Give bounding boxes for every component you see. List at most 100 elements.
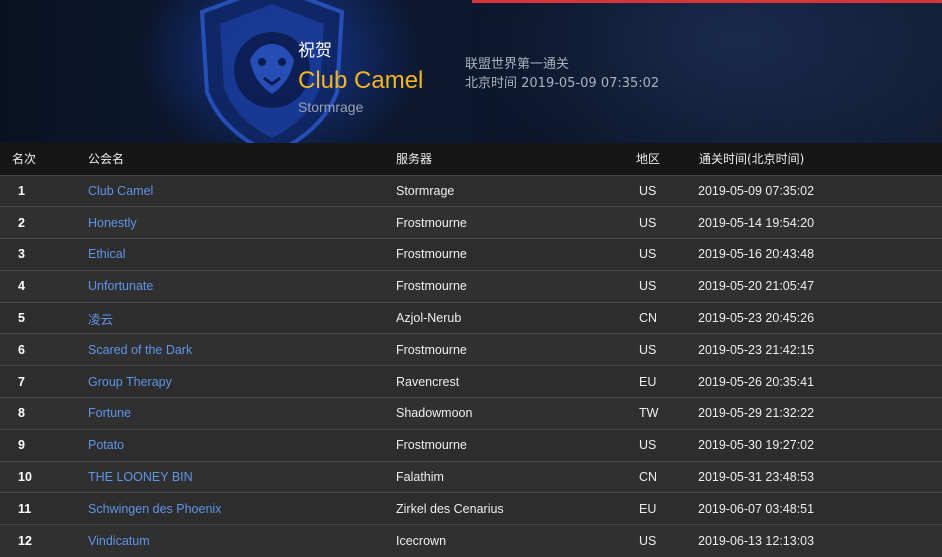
time-cell: 2019-06-13 12:13:03: [698, 533, 815, 548]
server-cell: Stormrage: [396, 183, 455, 198]
time-cell: 2019-05-26 20:35:41: [698, 374, 815, 389]
region-cell: US: [639, 215, 657, 230]
server-cell: Frostmourne: [396, 342, 467, 357]
region-cell: US: [639, 183, 657, 198]
congrats-label: 祝贺: [298, 41, 332, 61]
guild-cell: Schwingen des Phoenix: [87, 493, 395, 525]
region-cell: US: [639, 342, 657, 357]
guild-link[interactable]: Potato: [88, 438, 124, 452]
rank-cell: 7: [18, 374, 25, 389]
table-row: 12 Vindicatum Icecrown US 2019-06-13 12:13:0…: [0, 524, 942, 557]
region-cell: US: [639, 438, 657, 453]
server-cell: Ravencrest: [396, 374, 460, 389]
table-row: 10 THE LOONEY BIN Falathim CN 2019-05-31 23:…: [0, 461, 942, 493]
time-cell: 2019-06-07 03:48:51: [698, 501, 815, 516]
guild-link[interactable]: 凌云: [88, 313, 113, 327]
banner-title-block: 祝贺 Club Camel Stormrage: [298, 36, 423, 115]
winner-banner: 祝贺 Club Camel Stormrage 联盟世界第一通关 北京时间 20…: [0, 0, 942, 143]
rank-cell: 2: [18, 215, 25, 230]
time-cell: 2019-05-09 07:35:02: [698, 183, 815, 198]
winner-guild-name: Club Camel: [298, 67, 424, 94]
time-cell: 2019-05-23 20:45:26: [698, 311, 815, 326]
table-row: 5 凌云 Azjol-Nerub CN 2019-05-23 20:45:26: [0, 302, 942, 334]
guild-link[interactable]: Fortune: [88, 406, 131, 420]
table-row: 8 Fortune Shadowmoon TW 2019-05-29 21:32:22: [0, 397, 942, 430]
table-row: 7 Group Therapy Ravencrest EU 2019-05-26 20:…: [0, 365, 942, 398]
guild-cell: Club Camel: [87, 175, 395, 207]
header-rank: 名次: [12, 152, 37, 167]
guild-cell: Fortune: [87, 398, 395, 430]
server-cell: Falathim: [396, 470, 444, 485]
guild-link[interactable]: Group Therapy: [88, 375, 172, 389]
region-cell: CN: [639, 470, 658, 485]
region-cell: US: [639, 247, 657, 262]
guild-cell: Honestly: [87, 207, 395, 239]
server-cell: Frostmourne: [396, 438, 467, 453]
region-cell: TW: [639, 406, 659, 421]
table-row: 6 Scared of the Dark Frostmourne US 2019-05-…: [0, 333, 942, 366]
table-row: 3 Ethical Frostmourne US 2019-05-16 20:43:48: [0, 238, 942, 271]
table-row: 4 Unfortunate Frostmourne US 2019-05-20 21:0…: [0, 270, 942, 303]
rank-cell: 5: [18, 311, 25, 326]
table-header-row: 名次 公会名 服务器 地区 通关时间(北京时间): [0, 143, 942, 175]
clear-time-label: 北京时间 2019-05-09 07:35:02: [465, 76, 660, 91]
time-cell: 2019-05-16 20:43:48: [698, 247, 815, 262]
rank-cell: 8: [18, 406, 25, 421]
achievement-label: 联盟世界第一通关: [465, 57, 570, 72]
top-accent-line: [472, 0, 942, 3]
winner-realm: Stormrage: [298, 99, 364, 115]
time-cell: 2019-05-14 19:54:20: [698, 215, 815, 230]
header-server: 服务器: [396, 152, 433, 167]
server-cell: Icecrown: [396, 533, 447, 548]
time-cell: 2019-05-31 23:48:53: [698, 470, 815, 485]
guild-link[interactable]: Club Camel: [88, 184, 153, 198]
region-cell: US: [639, 279, 657, 294]
guild-link[interactable]: Ethical: [88, 247, 126, 261]
banner-info: 联盟世界第一通关 北京时间 2019-05-09 07:35:02: [465, 55, 659, 93]
guild-link[interactable]: Vindicatum: [88, 534, 150, 548]
rank-cell: 10: [18, 470, 32, 485]
guild-cell: THE LOONEY BIN: [87, 461, 395, 493]
rank-cell: 3: [18, 247, 25, 262]
server-cell: Frostmourne: [396, 279, 467, 294]
guild-link[interactable]: Honestly: [88, 216, 137, 230]
guild-link[interactable]: Unfortunate: [88, 279, 153, 293]
time-cell: 2019-05-20 21:05:47: [698, 279, 815, 294]
table-row: 11 Schwingen des Phoenix Zirkel des Cenari…: [0, 492, 942, 525]
ranking-table: 名次 公会名 服务器 地区 通关时间(北京时间) 1 Club Camel Stor…: [0, 143, 942, 557]
server-cell: Frostmourne: [396, 215, 467, 230]
guild-cell: 凌云: [87, 302, 395, 334]
guild-link[interactable]: Schwingen des Phoenix: [88, 502, 221, 516]
time-cell: 2019-05-29 21:32:22: [698, 406, 815, 421]
time-cell: 2019-05-23 21:42:15: [698, 342, 815, 357]
table-row: 9 Potato Frostmourne US 2019-05-30 19:27:02: [0, 429, 942, 462]
guild-cell: Group Therapy: [87, 366, 395, 398]
rank-cell: 12: [18, 533, 32, 548]
guild-cell: Unfortunate: [87, 270, 395, 302]
guild-link[interactable]: Scared of the Dark: [88, 343, 192, 357]
rank-cell: 11: [18, 501, 32, 516]
time-cell: 2019-05-30 19:27:02: [698, 438, 815, 453]
rank-cell: 1: [18, 183, 25, 198]
region-cell: CN: [639, 311, 658, 326]
guild-cell: Potato: [87, 429, 395, 461]
region-cell: EU: [639, 374, 657, 389]
table-row: 1 Club Camel Stormrage US 2019-05-09 07:35:0…: [0, 175, 942, 207]
rank-cell: 6: [18, 342, 25, 357]
header-guild: 公会名: [88, 152, 125, 167]
guild-cell: Scared of the Dark: [87, 334, 395, 366]
server-cell: Azjol-Nerub: [396, 311, 462, 326]
rank-cell: 9: [18, 438, 25, 453]
server-cell: Zirkel des Cenarius: [396, 501, 504, 516]
rank-cell: 4: [18, 279, 25, 294]
guild-cell: Ethical: [87, 239, 395, 271]
server-cell: Frostmourne: [396, 247, 467, 262]
guild-link[interactable]: THE LOONEY BIN: [88, 470, 193, 484]
region-cell: EU: [639, 501, 657, 516]
header-region: 地区: [636, 152, 661, 167]
guild-cell: Vindicatum: [87, 525, 395, 557]
region-cell: US: [639, 533, 657, 548]
server-cell: Shadowmoon: [396, 406, 473, 421]
table-row: 2 Honestly Frostmourne US 2019-05-14 19:54:2…: [0, 206, 942, 239]
header-time: 通关时间(北京时间): [699, 152, 805, 167]
